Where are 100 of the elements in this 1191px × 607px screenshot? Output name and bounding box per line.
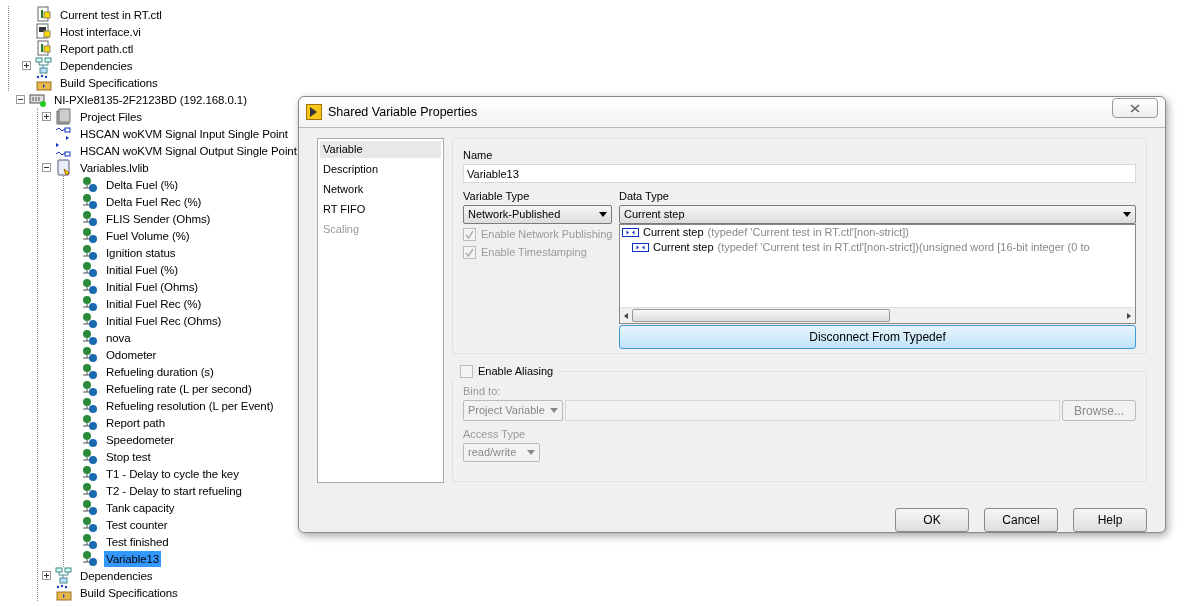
category-item[interactable]: Variable — [320, 141, 441, 158]
tree-item-label[interactable]: Build Specifications — [78, 584, 180, 601]
field-label: Name — [463, 148, 494, 162]
tree-item-label[interactable]: Refueling rate (L per second) — [104, 380, 254, 397]
tree-item-label[interactable]: FLIS Sender (Ohms) — [104, 210, 213, 227]
tree-item-label[interactable]: HSCAN woKVM Signal Output Single Point — [78, 142, 299, 159]
type-name: Current step — [653, 240, 714, 256]
tree-item-label[interactable]: Fuel Volume (%) — [104, 227, 192, 244]
close-button[interactable] — [1112, 98, 1158, 118]
globe-node-icon — [81, 363, 98, 380]
globe-node-icon — [81, 193, 98, 210]
globe-node-icon — [81, 516, 98, 533]
field-label: Access Type — [463, 427, 527, 441]
data-type-dropdown[interactable]: Current step — [619, 205, 1136, 224]
caret-icon — [1123, 212, 1131, 217]
collapse-icon[interactable] — [16, 95, 25, 104]
tree-item-label[interactable]: Ignition status — [104, 244, 178, 261]
library-file-icon — [55, 159, 72, 176]
type-detail: (typedef 'Current test in RT.ctl'[non-strict]) — [707, 225, 909, 241]
tree-item-label[interactable]: Report path.ctl — [58, 40, 136, 57]
globe-node-icon — [81, 176, 98, 193]
tree-item-label[interactable]: Refueling duration (s) — [104, 363, 216, 380]
tree-item-label[interactable]: Odometer — [104, 346, 159, 363]
tree-item-label[interactable]: Current test in RT.ctl — [58, 6, 164, 23]
network-boxes-icon — [55, 567, 72, 584]
dialog-button[interactable]: OK — [895, 508, 969, 532]
tree-item-label[interactable]: Initial Fuel Rec (%) — [104, 295, 204, 312]
type-detail: (typedef 'Current test in RT.ctl'[non-strict])(unsigned word [16-bit integer (0 to — [717, 240, 1090, 256]
tree-item-label[interactable]: T1 - Delay to cycle the key — [104, 465, 241, 482]
dialog-button[interactable]: Cancel — [984, 508, 1058, 532]
globe-node-icon — [81, 312, 98, 329]
globe-node-icon — [81, 295, 98, 312]
tree-item-label[interactable]: Delta Fuel (%) — [104, 176, 181, 193]
tree-item-label[interactable]: Initial Fuel (%) — [104, 261, 180, 278]
globe-node-icon — [81, 482, 98, 499]
globe-node-icon — [81, 431, 98, 448]
field-label: Data Type — [619, 189, 670, 203]
ctl-file-icon — [35, 6, 52, 23]
tree-item-label[interactable]: Build Specifications — [58, 74, 160, 91]
expand-icon[interactable] — [22, 61, 31, 70]
globe-node-icon — [81, 465, 98, 482]
tree-item-label[interactable]: Refueling resolution (L per Event) — [104, 397, 276, 414]
tree-item-label[interactable]: HSCAN woKVM Signal Input Single Point — [78, 125, 290, 142]
network-boxes-icon — [35, 57, 52, 74]
dialog-button[interactable]: Help — [1073, 508, 1147, 532]
vi-file-icon — [35, 23, 52, 40]
disconnect-button[interactable]: Disconnect From Typedef — [619, 325, 1136, 349]
collapse-icon[interactable] — [42, 163, 51, 172]
tree-item-label[interactable]: Dependencies — [58, 57, 135, 74]
tree-item-label[interactable]: Test counter — [104, 516, 170, 533]
horizontal-scrollbar[interactable] — [620, 307, 1135, 323]
checkbox-label: Enable Aliasing — [478, 363, 554, 379]
category-item[interactable]: Description — [320, 161, 441, 178]
enum-type-icon — [622, 228, 639, 237]
globe-node-icon — [81, 397, 98, 414]
name-field[interactable]: Variable13 — [463, 164, 1136, 183]
tree-item-label[interactable]: Variables.lvlib — [78, 159, 151, 176]
globe-node-icon — [81, 346, 98, 363]
tree-item-label[interactable]: Project Files — [78, 108, 144, 125]
tree-item-label[interactable]: Report path — [104, 414, 167, 431]
globe-node-icon — [81, 448, 98, 465]
toolbox-icon — [55, 584, 72, 601]
tree-item-label[interactable]: Stop test — [104, 448, 153, 465]
tree-item-label[interactable]: Host interface.vi — [58, 23, 143, 40]
caret-icon — [527, 450, 535, 455]
tree-item-label[interactable]: Tank capacity — [104, 499, 177, 516]
field-label: Bind to: — [463, 384, 502, 398]
path-field[interactable] — [565, 400, 1060, 421]
checkbox-label: Enable Timestamping — [481, 244, 587, 260]
globe-node-icon — [81, 210, 98, 227]
caret-icon — [550, 408, 558, 413]
tree-item-label[interactable]: Test finished — [104, 533, 171, 550]
enum-type-icon — [632, 243, 649, 252]
tree-item-label[interactable]: Initial Fuel Rec (Ohms) — [104, 312, 224, 329]
expand-icon[interactable] — [42, 571, 51, 580]
app-icon — [306, 104, 322, 120]
tree-item-label[interactable]: T2 - Delay to start refueling — [104, 482, 244, 499]
globe-node-icon — [81, 380, 98, 397]
globe-node-icon — [81, 550, 98, 567]
window-title: Shared Variable Properties — [328, 103, 478, 121]
tree-item-label[interactable]: Delta Fuel Rec (%) — [104, 193, 204, 210]
tree-item-label[interactable]: nova — [104, 329, 133, 346]
globe-node-icon — [81, 227, 98, 244]
signal-wave-icon — [55, 125, 72, 142]
tree-item-label[interactable]: Speedometer — [104, 431, 176, 448]
variable-type-dropdown[interactable]: Network-Published — [463, 205, 612, 224]
type-name: Current step — [643, 225, 704, 241]
expand-icon[interactable] — [42, 112, 51, 121]
tree-item-label[interactable]: Variable13 — [104, 550, 162, 567]
toolbox-icon — [35, 74, 52, 91]
device-icon — [29, 91, 46, 108]
globe-node-icon — [81, 533, 98, 550]
tree-item-label[interactable]: NI-PXIe8135-2F2123BD (192.168.0.1) — [52, 91, 249, 108]
close-icon — [1130, 103, 1140, 113]
tree-item-label[interactable]: Initial Fuel (Ohms) — [104, 278, 201, 295]
tree-item-label[interactable]: Dependencies — [78, 567, 155, 584]
category-item[interactable]: Network — [320, 181, 441, 198]
globe-node-icon — [81, 244, 98, 261]
category-item[interactable]: RT FIFO — [320, 201, 441, 218]
signal-wave-icon — [55, 142, 72, 159]
